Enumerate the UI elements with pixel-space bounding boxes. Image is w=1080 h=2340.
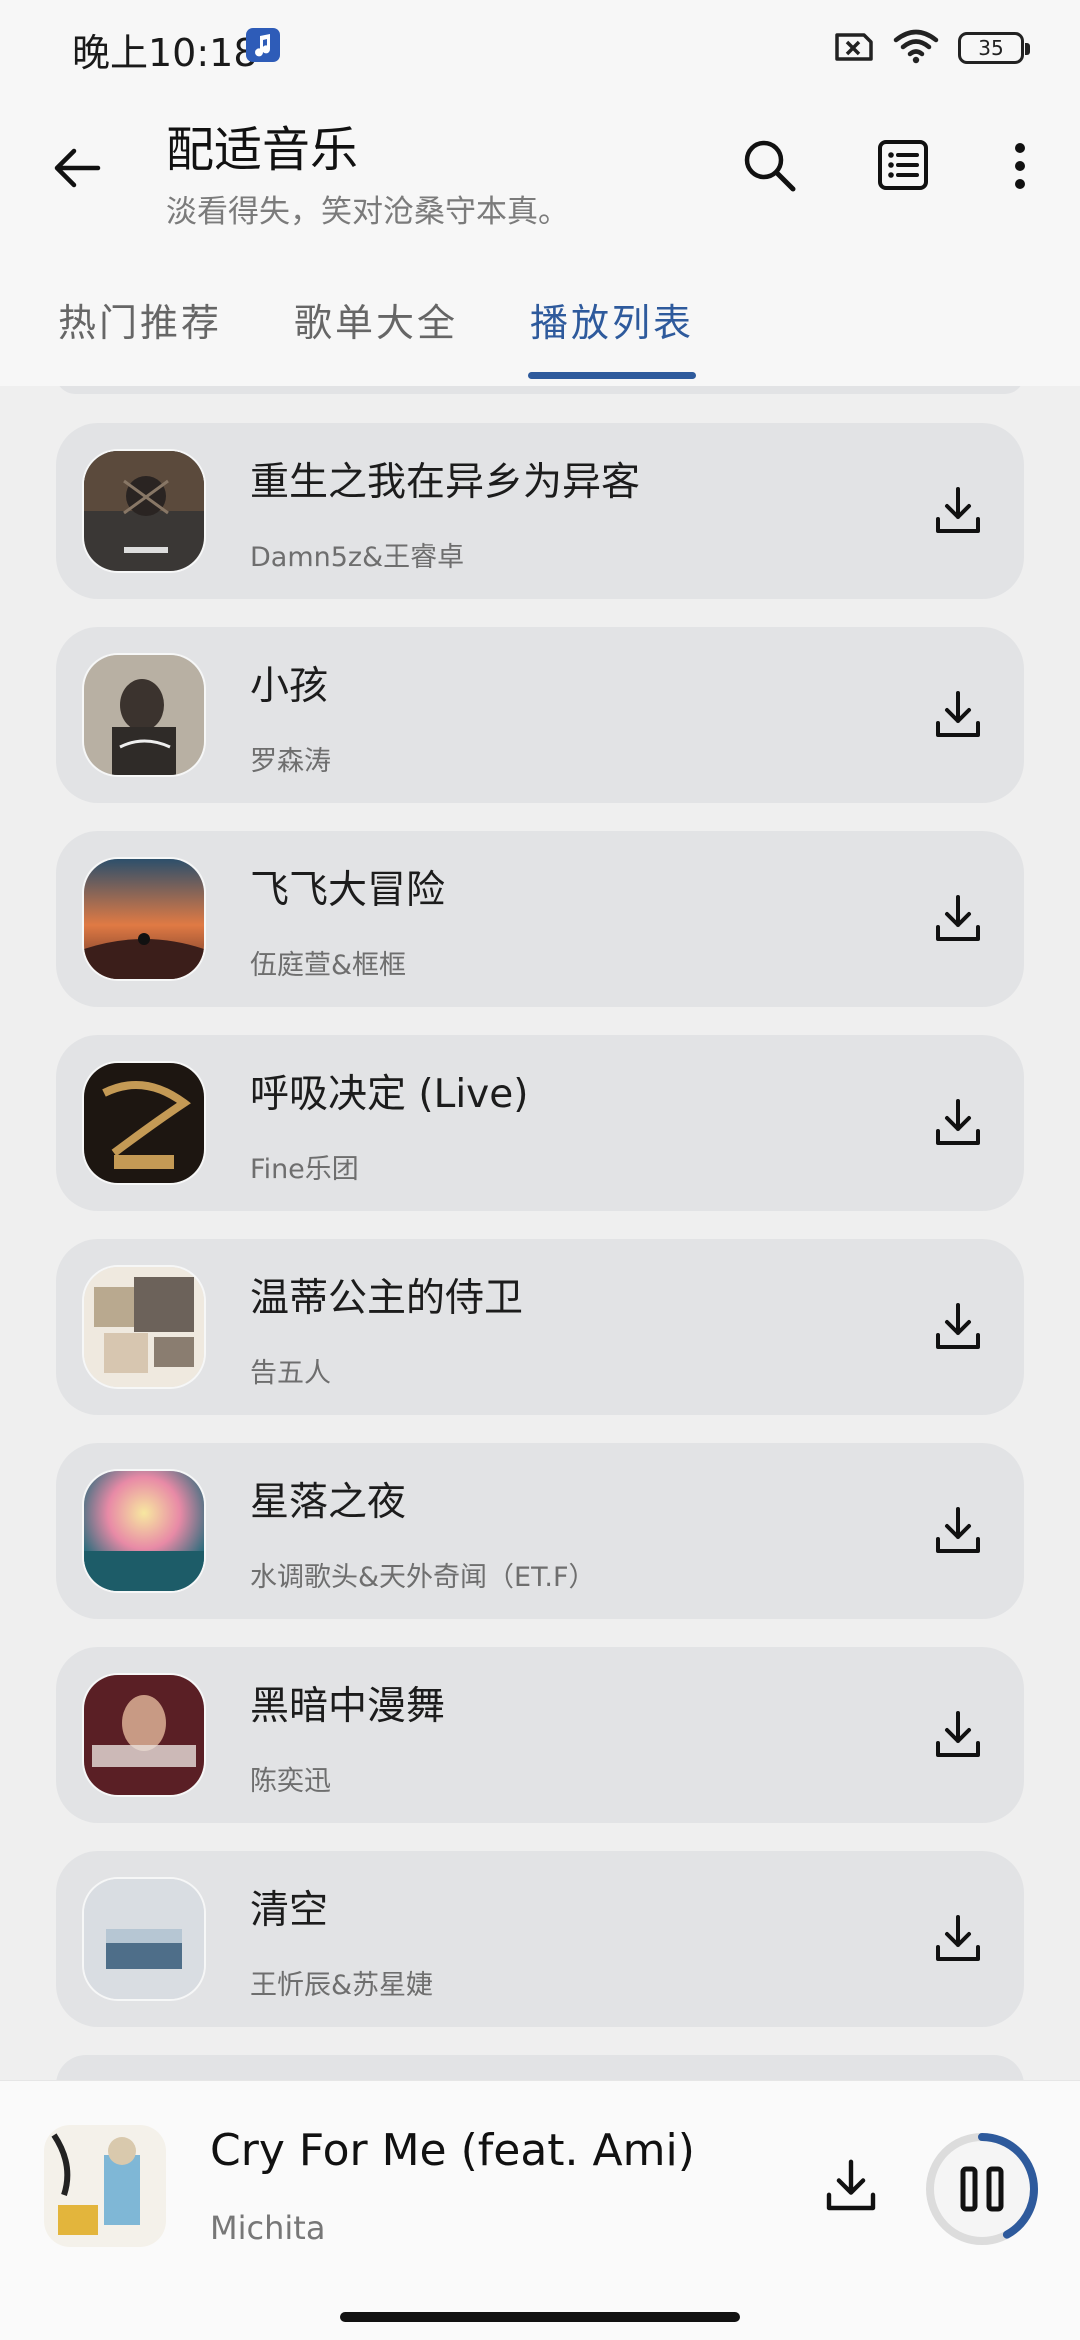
status-icons: 35 [834, 28, 1030, 68]
now-playing-cover [44, 2125, 166, 2247]
download-icon [936, 1099, 980, 1145]
song-artist: 告五人 [250, 1358, 331, 1389]
wifi-icon [892, 28, 940, 68]
download-button[interactable] [928, 481, 988, 541]
download-icon [936, 1303, 980, 1349]
battery-indicator: 35 [958, 32, 1030, 64]
download-icon [936, 1915, 980, 1961]
tab-bar: 热门推荐 歌单大全 播放列表 [0, 286, 1080, 386]
status-time: 晚上10:18 [72, 31, 258, 75]
song-card[interactable]: 清空 王忻辰&苏星婕 [56, 1851, 1024, 2027]
search-icon [744, 140, 796, 192]
song-artist: 陈奕迅 [250, 1766, 331, 1797]
song-card[interactable]: 飞飞大冒险 伍庭萱&框框 [56, 831, 1024, 1007]
now-playing-artist: Michita [210, 2209, 326, 2247]
tab-hot-recommend[interactable]: 热门推荐 [58, 292, 222, 347]
album-cover [84, 859, 204, 979]
song-card[interactable]: 重生之我在异乡为异客 Damn5z&王睿卓 [56, 423, 1024, 599]
app-header: 配适音乐 淡看得失，笑对沧桑守本真。 热门推荐 歌单大全 播放列表 [0, 96, 1080, 386]
music-notification-icon [246, 28, 280, 62]
song-title: 温蒂公主的侍卫 [250, 1276, 524, 1321]
song-artist: 伍庭萱&框框 [250, 950, 407, 981]
page-title: 配适音乐 [166, 122, 359, 178]
song-card[interactable]: 呼吸决定 (Live) Fine乐团 [56, 1035, 1024, 1211]
song-title: 重生之我在异乡为异客 [250, 460, 641, 505]
download-button[interactable] [928, 1705, 988, 1765]
song-title: 飞飞大冒险 [250, 868, 446, 913]
song-title: 呼吸决定 (Live) [250, 1072, 529, 1117]
back-button[interactable] [48, 138, 108, 198]
download-button[interactable] [928, 1909, 988, 1969]
more-options-button[interactable] [990, 134, 1050, 198]
song-artist: Fine乐团 [250, 1154, 359, 1185]
album-cover [84, 655, 204, 775]
search-button[interactable] [738, 134, 802, 198]
sim-no-signal-icon [834, 29, 874, 67]
mini-player[interactable]: Cry For Me (feat. Ami) Michita [0, 2080, 1080, 2340]
page-subtitle: 淡看得失，笑对沧桑守本真。 [166, 194, 569, 230]
download-icon [936, 1507, 980, 1553]
song-artist: 水调歌头&天外奇闻（ET.F） [250, 1562, 596, 1593]
song-card[interactable]: 小孩 罗森涛 [56, 627, 1024, 803]
song-artist: 罗森涛 [250, 746, 331, 777]
song-artist: 王忻辰&苏星婕 [250, 1970, 434, 2001]
song-card[interactable]: 温蒂公主的侍卫 告五人 [56, 1239, 1024, 1415]
arrow-left-icon [54, 148, 101, 188]
status-bar: 晚上10:18 35 [0, 0, 1080, 96]
album-cover [84, 1063, 204, 1183]
album-cover [84, 451, 204, 571]
playlist-view-button[interactable] [872, 134, 936, 198]
now-playing-download-button[interactable] [818, 2153, 884, 2219]
list-icon [878, 140, 928, 190]
download-button[interactable] [928, 685, 988, 745]
album-cover [84, 1471, 204, 1591]
download-icon [826, 2159, 876, 2211]
now-playing-title: Cry For Me (feat. Ami) [210, 2125, 695, 2176]
album-cover [84, 1879, 204, 1999]
download-button[interactable] [928, 1501, 988, 1561]
tab-play-queue[interactable]: 播放列表 [530, 292, 694, 347]
song-title: 星落之夜 [250, 1480, 407, 1525]
song-list[interactable]: 重生之我在异乡为异客 Damn5z&王睿卓 小孩 罗森涛 飞飞大冒险 伍庭萱&框… [0, 386, 1080, 2080]
home-indicator [340, 2312, 740, 2322]
pause-button[interactable] [924, 2131, 1040, 2247]
song-card[interactable]: 黑暗中漫舞 陈奕迅 [56, 1647, 1024, 1823]
song-artist: Damn5z&王睿卓 [250, 542, 465, 573]
song-title: 小孩 [250, 664, 329, 709]
song-card[interactable]: 星落之夜 水调歌头&天外奇闻（ET.F） [56, 1443, 1024, 1619]
active-tab-indicator [528, 372, 696, 379]
download-button[interactable] [928, 1093, 988, 1153]
download-icon [936, 1711, 980, 1757]
download-icon [936, 487, 980, 533]
download-icon [936, 691, 980, 737]
download-icon [936, 895, 980, 941]
list-item-partial[interactable] [56, 386, 1024, 394]
tab-playlists-all[interactable]: 歌单大全 [294, 292, 458, 347]
download-button[interactable] [928, 1297, 988, 1357]
list-item-partial[interactable] [56, 2055, 1024, 2080]
song-title: 黑暗中漫舞 [250, 1684, 446, 1729]
download-button[interactable] [928, 889, 988, 949]
album-cover [84, 1267, 204, 1387]
song-title: 清空 [250, 1888, 329, 1933]
more-vertical-icon [1015, 143, 1025, 189]
album-cover [84, 1675, 204, 1795]
